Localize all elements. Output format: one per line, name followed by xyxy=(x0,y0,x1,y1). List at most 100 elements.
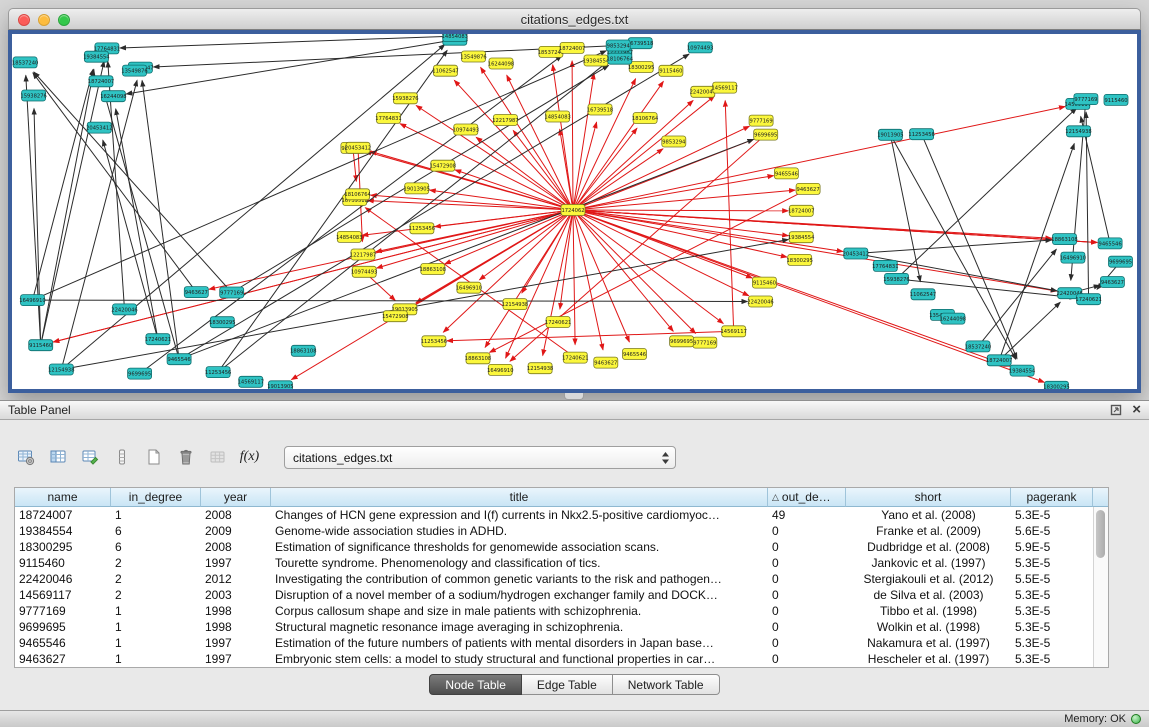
graph-node[interactable]: 18863108 xyxy=(420,264,446,275)
graph-node[interactable]: 12154938 xyxy=(48,364,74,375)
graph-node[interactable]: 18724007 xyxy=(559,42,585,53)
graph-node[interactable]: 16244098 xyxy=(488,58,514,69)
column-header-in_degree[interactable]: in_degree xyxy=(111,488,201,507)
graph-node[interactable]: 14569117 xyxy=(720,326,746,337)
graph-node[interactable]: 16496910 xyxy=(1060,252,1086,263)
graph-node[interactable]: 9463627 xyxy=(1100,277,1124,288)
graph-node[interactable]: 19013905 xyxy=(403,183,429,194)
graph-node[interactable]: 18724007 xyxy=(986,355,1012,366)
graph-node[interactable]: 13549876 xyxy=(460,51,486,62)
graph-node[interactable]: 1724062 xyxy=(561,205,585,216)
graph-node[interactable]: 11253456 xyxy=(421,336,447,347)
function-builder-button[interactable]: f(x) xyxy=(236,444,263,471)
graph-node[interactable]: 11253456 xyxy=(205,367,231,378)
graph-node[interactable]: 18537240 xyxy=(965,341,991,352)
graph-node[interactable]: 17764831 xyxy=(375,112,401,123)
graph-node[interactable]: 9777169 xyxy=(1074,94,1098,105)
graph-node[interactable]: 9699695 xyxy=(128,368,152,379)
graph-node[interactable]: 10974493 xyxy=(351,266,377,277)
graph-node[interactable]: 9777169 xyxy=(693,337,717,348)
graph-node[interactable]: 16496910 xyxy=(487,364,513,375)
graph-node[interactable]: 9463627 xyxy=(796,183,820,194)
table-row[interactable]: 1872400712008Changes of HCN gene express… xyxy=(15,507,1108,523)
graph-node[interactable]: 18300295 xyxy=(1043,381,1069,389)
column-header-pagerank[interactable]: pagerank xyxy=(1011,488,1093,507)
graph-node[interactable]: 9465546 xyxy=(774,168,798,179)
table-row[interactable]: 911546021997Tourette syndrome. Phenomeno… xyxy=(15,555,1108,571)
import-table-button[interactable] xyxy=(204,444,231,471)
graph-node[interactable]: 14854083 xyxy=(544,111,570,122)
scrollbar-thumb[interactable] xyxy=(1096,510,1105,558)
window-titlebar[interactable]: citations_edges.txt xyxy=(8,8,1141,30)
close-window-button[interactable] xyxy=(18,14,30,26)
tab-network-table[interactable]: Network Table xyxy=(613,674,720,695)
graph-node[interactable]: 9463627 xyxy=(594,357,618,368)
graph-node[interactable]: 19384554 xyxy=(1009,365,1036,376)
graph-node[interactable]: 12154938 xyxy=(527,363,553,374)
graph-node[interactable]: 17764831 xyxy=(872,260,898,271)
graph-node[interactable]: 9699695 xyxy=(754,129,778,140)
graph-node[interactable]: 22420046 xyxy=(747,296,773,307)
column-header-short[interactable]: short xyxy=(846,488,1011,507)
graph-node[interactable]: 9853294 xyxy=(662,136,686,147)
graph-node[interactable]: 16496910 xyxy=(456,282,482,293)
split-handle[interactable] xyxy=(564,393,584,400)
table-settings-button[interactable] xyxy=(12,444,39,471)
table-row[interactable]: 1456911722003Disruption of a novel membe… xyxy=(15,587,1108,603)
graph-node[interactable]: 11253456 xyxy=(409,223,435,234)
graph-node[interactable]: 17240621 xyxy=(562,352,588,363)
graph-node[interactable]: 12217987 xyxy=(492,115,518,126)
table-row[interactable]: 969969511998Structural magnetic resonanc… xyxy=(15,619,1108,635)
graph-node[interactable]: 9465546 xyxy=(623,349,647,360)
graph-node[interactable]: 14854083 xyxy=(442,34,468,42)
graph-node[interactable]: 16244098 xyxy=(940,313,966,324)
graph-node[interactable]: 10974493 xyxy=(687,42,713,53)
float-panel-button[interactable] xyxy=(1110,404,1122,416)
column-header-title[interactable]: title xyxy=(271,488,768,507)
new-table-button[interactable] xyxy=(140,444,167,471)
graph-node[interactable]: 19013905 xyxy=(877,129,903,140)
graph-node[interactable]: 12217987 xyxy=(350,249,376,260)
table-row[interactable]: 2242004622012Investigating the contribut… xyxy=(15,571,1108,587)
graph-node[interactable]: 9115460 xyxy=(29,340,53,351)
table-scrollbar[interactable] xyxy=(1093,507,1108,667)
graph-node[interactable]: 12154938 xyxy=(502,299,528,310)
table-row[interactable]: 946554611997Estimation of the future num… xyxy=(15,635,1108,651)
tab-edge-table[interactable]: Edge Table xyxy=(522,674,613,695)
column-header-name[interactable]: name xyxy=(15,488,111,507)
graph-node[interactable]: 16244098 xyxy=(100,91,126,102)
graph-node[interactable]: 9777169 xyxy=(220,287,244,298)
graph-node[interactable]: 9463627 xyxy=(184,287,208,298)
graph-node[interactable]: 18300295 xyxy=(786,254,812,265)
table-row[interactable]: 1938455462009Genome-wide association stu… xyxy=(15,523,1108,539)
graph-node[interactable]: 20453412 xyxy=(86,122,112,133)
close-panel-button[interactable]: × xyxy=(1132,403,1141,417)
graph-node[interactable]: 19384554 xyxy=(83,51,110,62)
graph-node[interactable]: 13549876 xyxy=(121,65,147,76)
graph-node[interactable]: 18300295 xyxy=(209,317,235,328)
graph-node[interactable]: 9115460 xyxy=(752,277,776,288)
graph-node[interactable]: 16496910 xyxy=(19,295,45,306)
graph-node[interactable]: 11253456 xyxy=(908,129,934,140)
graph-node[interactable]: 15472908 xyxy=(382,311,408,322)
graph-node[interactable]: 9853294 xyxy=(606,40,630,51)
graph-node[interactable]: 18863108 xyxy=(290,345,316,356)
table-row[interactable]: 946362711997Embryonic stem cells: a mode… xyxy=(15,651,1108,667)
graph-node[interactable]: 15472908 xyxy=(430,160,456,171)
column-header-year[interactable]: year xyxy=(201,488,271,507)
graph-node[interactable]: 9465546 xyxy=(1098,238,1122,249)
table-row[interactable]: 1830029562008Estimation of significance … xyxy=(15,539,1108,555)
graph-node[interactable]: 18106764 xyxy=(607,53,634,64)
graph-node[interactable]: 14569117 xyxy=(238,376,264,387)
network-canvas[interactable]: 1872400719384554183002959115460224200461… xyxy=(12,34,1137,389)
graph-node[interactable]: 22420046 xyxy=(111,304,137,315)
graph-node[interactable]: 19013905 xyxy=(267,381,293,389)
show-columns-button[interactable] xyxy=(44,444,71,471)
graph-node[interactable]: 9465546 xyxy=(167,354,191,365)
graph-node[interactable]: 18724007 xyxy=(788,205,814,216)
add-column-button[interactable] xyxy=(108,444,135,471)
graph-node[interactable]: 12154938 xyxy=(1065,126,1091,137)
graph-node[interactable]: 9115460 xyxy=(1104,94,1128,105)
graph-node[interactable]: 11062547 xyxy=(432,65,458,76)
graph-node[interactable]: 11062547 xyxy=(910,289,936,300)
